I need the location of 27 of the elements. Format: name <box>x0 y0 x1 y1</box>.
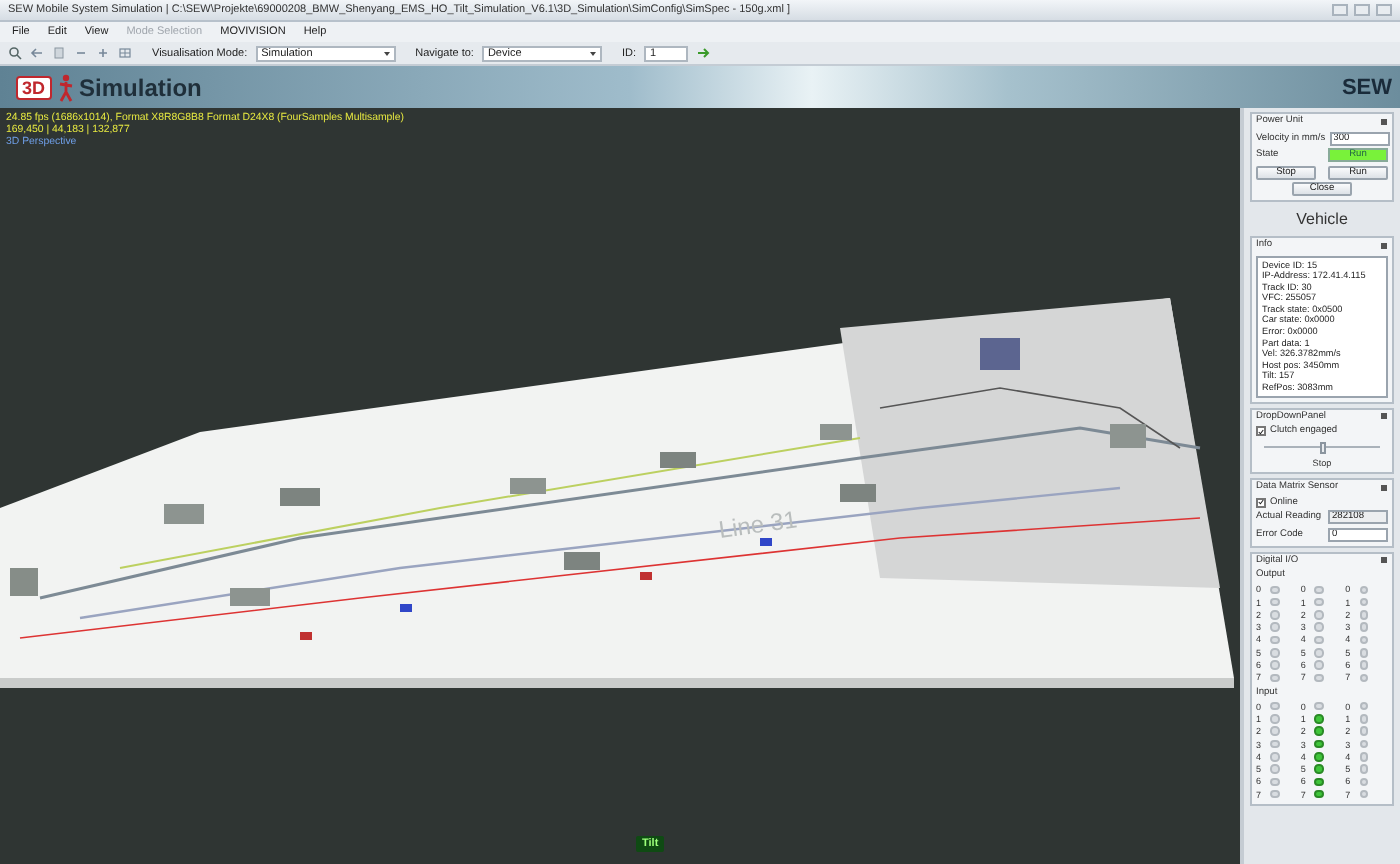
minimize-button[interactable] <box>1332 4 1348 16</box>
floor-label: Line 31 <box>716 505 799 544</box>
caret-icon <box>589 51 596 55</box>
pin-icon[interactable] <box>1380 556 1388 565</box>
pin-icon[interactable] <box>1380 483 1388 492</box>
pin-icon[interactable] <box>1380 412 1388 421</box>
grid-icon[interactable] <box>118 46 132 60</box>
vehicle-heading: Vehicle <box>1294 208 1350 232</box>
brand-logo: SEW <box>1341 75 1392 99</box>
arrow-left-icon[interactable] <box>30 46 44 60</box>
logo-badge: 3D <box>16 75 52 99</box>
pin-icon[interactable] <box>1380 241 1388 249</box>
page-icon[interactable] <box>52 46 66 60</box>
search-icon[interactable] <box>8 46 22 60</box>
maximize-button[interactable] <box>1354 4 1370 16</box>
caret-icon <box>383 51 390 55</box>
minus-icon[interactable] <box>74 46 88 60</box>
checkbox[interactable] <box>1256 426 1266 437</box>
banner-title: Simulation <box>79 73 202 101</box>
close-button[interactable] <box>1376 4 1392 16</box>
figure-icon <box>57 73 74 101</box>
slider-track[interactable] <box>1264 441 1380 454</box>
slider-thumb[interactable] <box>1319 441 1325 454</box>
checkbox[interactable] <box>1256 497 1266 508</box>
plus-icon[interactable] <box>96 46 110 60</box>
arrow-right-icon[interactable] <box>695 46 710 60</box>
pin-icon[interactable] <box>1380 117 1388 125</box>
